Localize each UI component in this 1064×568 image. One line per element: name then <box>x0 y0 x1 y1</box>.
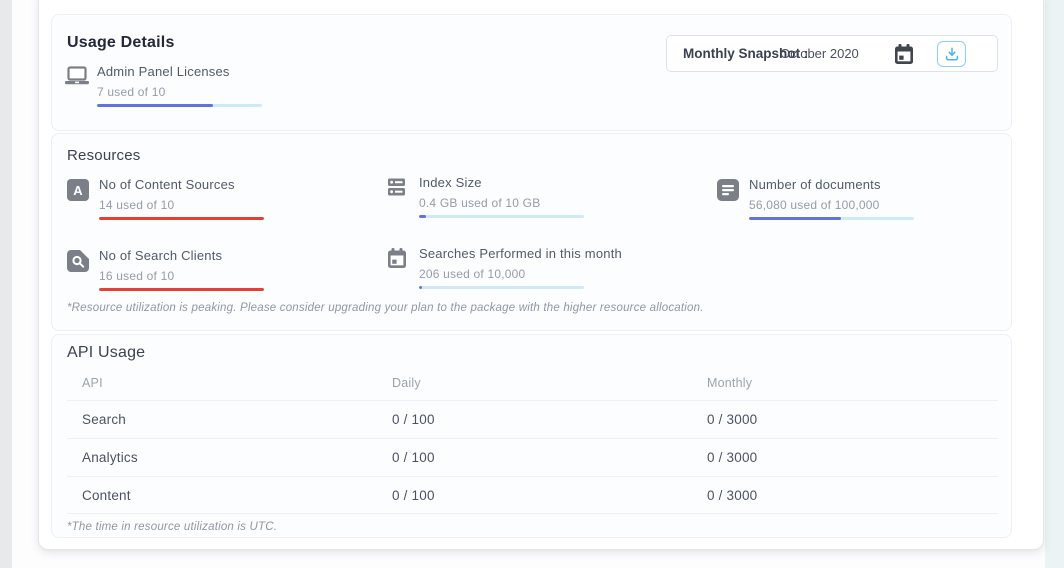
cell-monthly: 0 / 3000 <box>707 412 998 427</box>
api-usage-note: *The time in resource utilization is UTC… <box>67 521 277 533</box>
content-sources-progressbar <box>99 217 264 220</box>
usage-details-title: Usage Details <box>67 34 175 52</box>
laptop-icon <box>65 66 89 91</box>
storage-icon <box>387 177 411 202</box>
main-panel: Usage Details Admin Panel Licenses 7 use… <box>38 0 1044 550</box>
usage-dashboard-page: Usage Details Admin Panel Licenses 7 use… <box>0 0 1064 568</box>
search-clients-usage: 16 used of 10 <box>99 269 264 283</box>
admin-licenses-progressbar <box>97 104 262 107</box>
documents-label: Number of documents <box>749 177 914 192</box>
col-monthly: Monthly <box>707 376 998 390</box>
content-sources-usage: 14 used of 10 <box>99 198 264 212</box>
cell-monthly: 0 / 3000 <box>707 450 998 465</box>
content-sources-item: A No of Content Sources 14 used of 10 <box>67 177 264 220</box>
table-row: Analytics 0 / 100 0 / 3000 <box>67 438 998 476</box>
search-clients-progressbar <box>99 288 264 291</box>
monthly-snapshot-control[interactable]: Monthly Snapshot : October 2020 <box>666 35 998 72</box>
cell-monthly: 0 / 3000 <box>707 488 998 503</box>
col-api: API <box>82 376 392 390</box>
resources-note: *Resource utilization is peaking. Please… <box>67 302 704 314</box>
search-clients-label: No of Search Clients <box>99 248 264 263</box>
admin-licenses-item: Admin Panel Licenses 7 used of 10 <box>65 64 262 107</box>
calendar-icon <box>387 248 411 274</box>
searches-month-progressbar <box>419 286 584 289</box>
cell-api: Search <box>82 412 392 427</box>
documents-item: Number of documents 56,080 used of 100,0… <box>717 177 914 220</box>
index-size-label: Index Size <box>419 175 584 190</box>
cell-api: Analytics <box>82 450 392 465</box>
api-usage-table: API Daily Monthly Search 0 / 100 0 / 300… <box>67 365 998 514</box>
cell-daily: 0 / 100 <box>392 488 707 503</box>
document-icon <box>717 179 741 206</box>
content-sources-label: No of Content Sources <box>99 177 264 192</box>
searches-month-usage: 206 used of 10,000 <box>419 267 622 281</box>
admin-licenses-label: Admin Panel Licenses <box>97 64 262 79</box>
calendar-picker-icon[interactable] <box>894 44 914 65</box>
cell-daily: 0 / 100 <box>392 412 707 427</box>
download-icon <box>945 47 959 61</box>
col-daily: Daily <box>392 376 707 390</box>
admin-licenses-usage: 7 used of 10 <box>97 85 262 99</box>
table-row: Content 0 / 100 0 / 3000 <box>67 476 998 514</box>
left-gutter <box>0 0 12 568</box>
right-gutter <box>1045 0 1064 568</box>
resources-card: Resources A No of Content Sources 14 use… <box>51 133 1012 331</box>
monthly-snapshot-value[interactable]: October 2020 <box>780 36 859 71</box>
index-size-item: Index Size 0.4 GB used of 10 GB <box>387 175 584 218</box>
documents-progressbar <box>749 217 914 220</box>
searches-month-label: Searches Performed in this month <box>419 246 622 261</box>
api-usage-title: API Usage <box>67 344 145 362</box>
cell-api: Content <box>82 488 392 503</box>
download-snapshot-button[interactable] <box>937 41 966 67</box>
search-doc-icon <box>67 250 91 277</box>
searches-month-item: Searches Performed in this month 206 use… <box>387 246 622 289</box>
documents-usage: 56,080 used of 100,000 <box>749 198 914 212</box>
search-clients-item: No of Search Clients 16 used of 10 <box>67 248 264 291</box>
table-row: Search 0 / 100 0 / 3000 <box>67 400 998 438</box>
cell-daily: 0 / 100 <box>392 450 707 465</box>
index-size-usage: 0.4 GB used of 10 GB <box>419 196 584 210</box>
api-usage-card: API Usage API Daily Monthly Search 0 / 1… <box>51 334 1012 538</box>
letter-a-icon: A <box>67 179 91 201</box>
usage-details-card: Usage Details Admin Panel Licenses 7 use… <box>51 14 1012 131</box>
index-size-progressbar <box>419 215 584 218</box>
api-table-header: API Daily Monthly <box>67 365 998 400</box>
resources-title: Resources <box>67 147 141 164</box>
